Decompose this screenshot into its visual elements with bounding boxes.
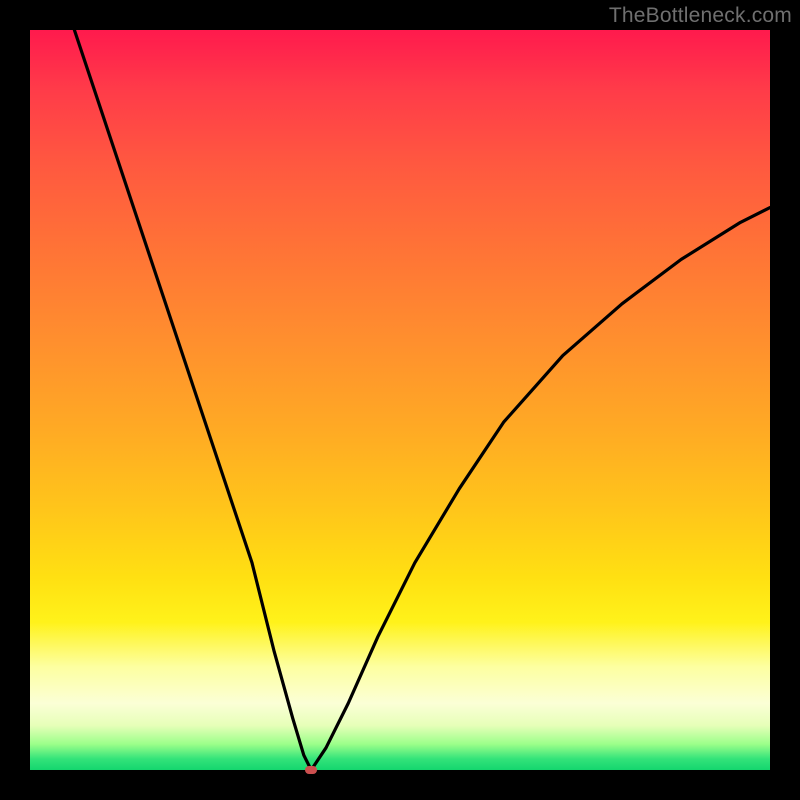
chart-frame: TheBottleneck.com: [0, 0, 800, 800]
plot-area: [30, 30, 770, 770]
minimum-marker: [305, 766, 317, 774]
bottleneck-curve: [30, 30, 770, 770]
watermark-text: TheBottleneck.com: [609, 4, 792, 28]
